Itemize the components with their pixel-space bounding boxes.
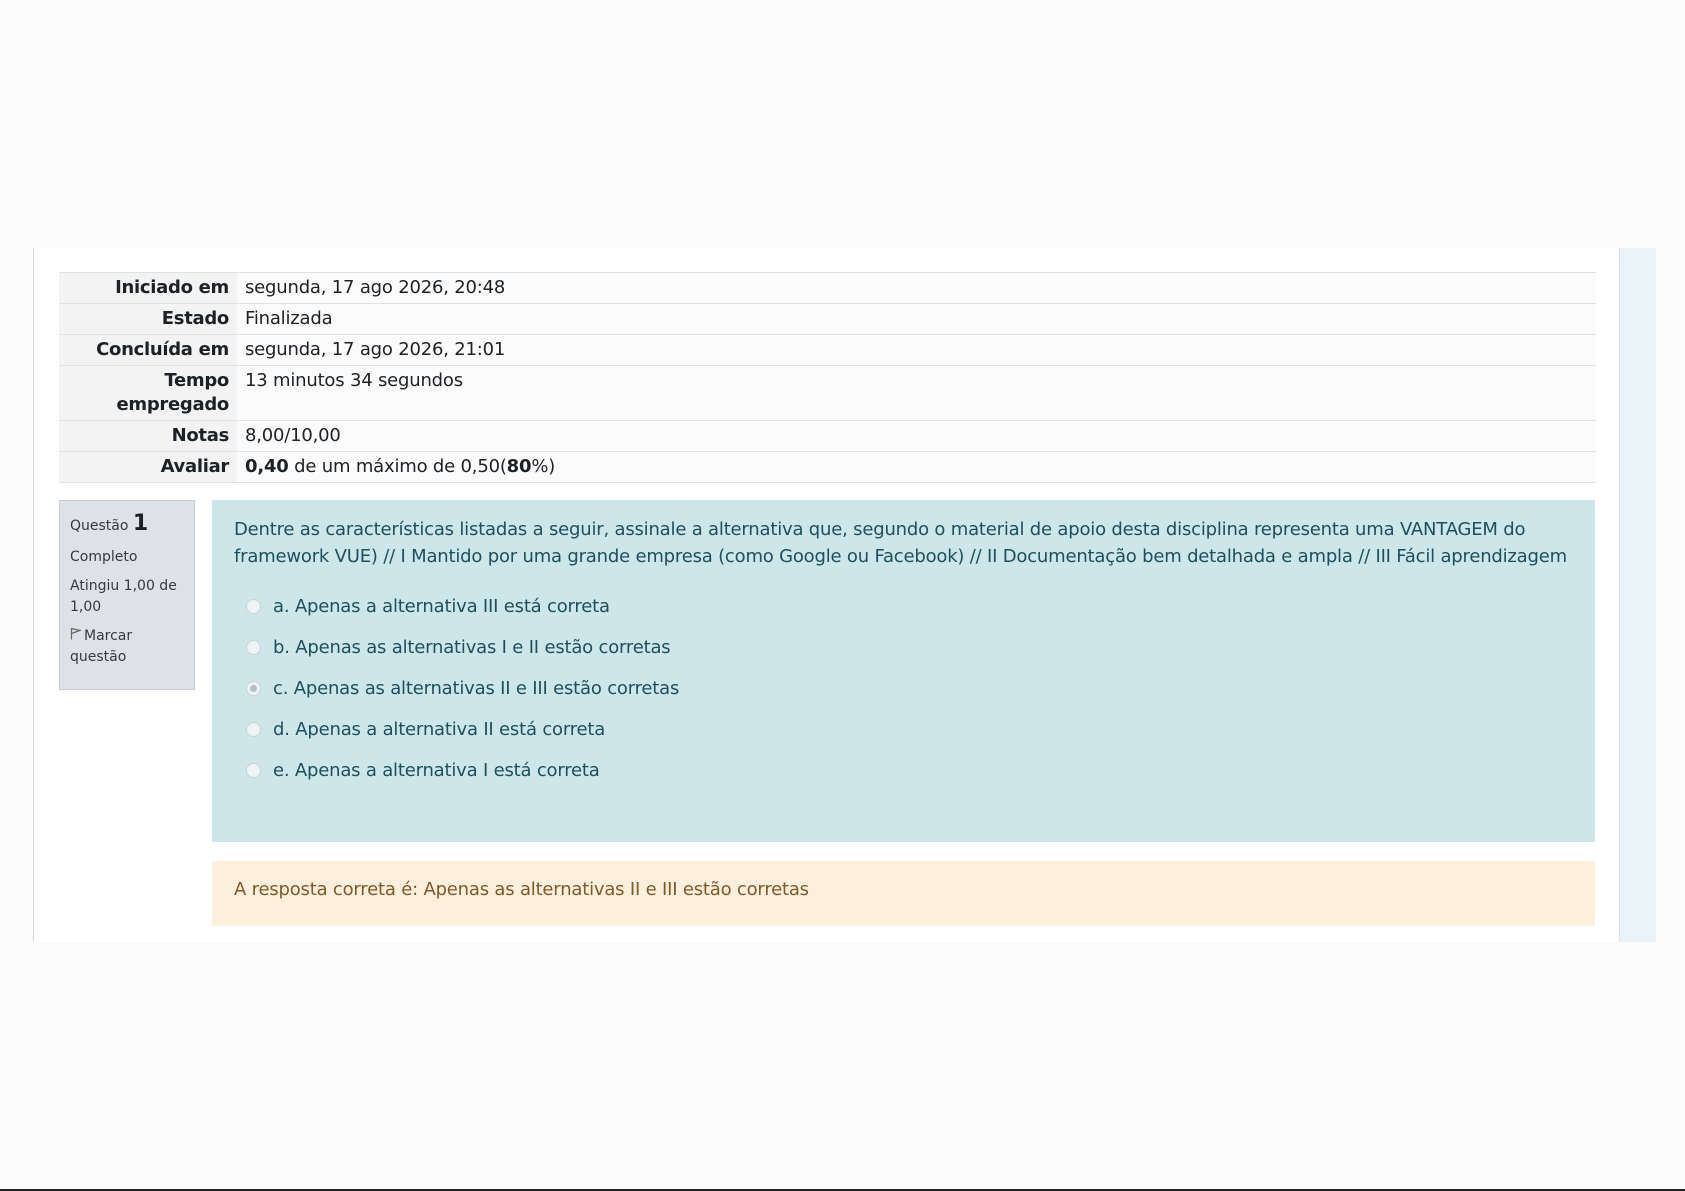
right-drawer-strip[interactable] <box>1619 248 1656 942</box>
radio-e[interactable] <box>246 763 261 778</box>
summary-row-marks: Notas 8,00/10,00 <box>59 420 1596 451</box>
answer-option-d[interactable]: d. Apenas a alternativa II está correta <box>246 709 1573 750</box>
correct-answer-feedback: A resposta correta é: Apenas as alternat… <box>212 861 1595 926</box>
answer-option-e[interactable]: e. Apenas a alternativa I está correta <box>246 750 1573 791</box>
radio-c-selected[interactable] <box>246 681 261 696</box>
answer-option-label: a. Apenas a alternativa III está correta <box>273 596 610 617</box>
summary-value: 13 minutos 34 segundos <box>237 366 1596 420</box>
question-word: Questão <box>70 518 129 534</box>
answer-option-label: d. Apenas a alternativa II está correta <box>273 719 606 740</box>
answer-options: a. Apenas a alternativa III está correta… <box>246 586 1573 791</box>
summary-value: 0,40 de um máximo de 0,50(80%) <box>237 452 1596 482</box>
summary-row-state: Estado Finalizada <box>59 303 1596 334</box>
summary-row-started: Iniciado em segunda, 17 ago 2026, 20:48 <box>59 272 1596 303</box>
summary-row-grade: Avaliar 0,40 de um máximo de 0,50(80%) <box>59 451 1596 483</box>
answer-option-label: b. Apenas as alternativas I e II estão c… <box>273 637 671 658</box>
summary-value: segunda, 17 ago 2026, 20:48 <box>237 273 1596 303</box>
summary-value: Finalizada <box>237 304 1596 334</box>
radio-a[interactable] <box>246 599 261 614</box>
summary-label: Estado <box>59 304 237 334</box>
grade-percent: 80 <box>506 456 532 477</box>
summary-label: Iniciado em <box>59 273 237 303</box>
grade-suffix: %) <box>531 456 556 477</box>
summary-label: Tempo empregado <box>59 366 237 420</box>
flag-question-link[interactable]: Marcar questão <box>70 626 184 668</box>
radio-d[interactable] <box>246 722 261 737</box>
summary-label: Avaliar <box>59 452 237 482</box>
answer-option-c[interactable]: c. Apenas as alternativas II e III estão… <box>246 668 1573 709</box>
summary-label: Concluída em <box>59 335 237 365</box>
grade-score: 0,40 <box>245 456 289 477</box>
answer-option-label: c. Apenas as alternativas II e III estão… <box>273 678 680 699</box>
summary-label: Notas <box>59 421 237 451</box>
question-text: Dentre as características listadas a seg… <box>234 519 1567 567</box>
summary-row-completed: Concluída em segunda, 17 ago 2026, 21:01 <box>59 334 1596 365</box>
question-grade: Atingiu 1,00 de 1,00 <box>70 578 177 615</box>
question-number: Questão 1 <box>70 511 184 539</box>
question-content: Dentre as características listadas a seg… <box>212 500 1595 842</box>
question-info-box: Questão 1 Completo Atingiu 1,00 de 1,00 … <box>59 500 195 690</box>
answer-option-a[interactable]: a. Apenas a alternativa III está correta <box>246 586 1573 627</box>
flag-icon <box>70 626 84 647</box>
attempt-summary-table: Iniciado em segunda, 17 ago 2026, 20:48 … <box>59 272 1596 483</box>
grade-middle-text: de um máximo de 0,50( <box>288 456 507 477</box>
page: Iniciado em segunda, 17 ago 2026, 20:48 … <box>0 0 1685 1191</box>
summary-row-time-taken: Tempo empregado 13 minutos 34 segundos <box>59 365 1596 420</box>
question-number-value: 1 <box>132 511 149 536</box>
answer-option-label: e. Apenas a alternativa I está correta <box>273 760 600 781</box>
question-state: Completo <box>70 549 138 565</box>
radio-b[interactable] <box>246 640 261 655</box>
summary-value: 8,00/10,00 <box>237 421 1596 451</box>
answer-option-b[interactable]: b. Apenas as alternativas I e II estão c… <box>246 627 1573 668</box>
summary-value: segunda, 17 ago 2026, 21:01 <box>237 335 1596 365</box>
